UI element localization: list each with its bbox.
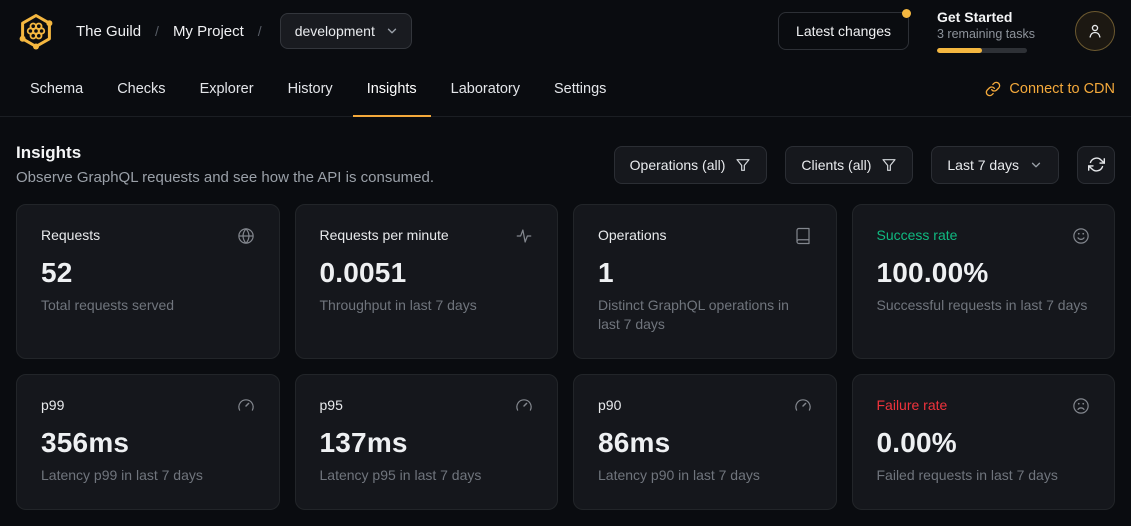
stat-card-success-rate: Success rate 100.00% Successful requests… xyxy=(852,204,1116,359)
clients-filter-button[interactable]: Clients (all) xyxy=(785,146,913,184)
stat-card-requests: Requests 52 Total requests served xyxy=(16,204,280,359)
activity-icon xyxy=(515,227,533,245)
stat-card-value: 0.0051 xyxy=(320,257,534,289)
operations-filter-button[interactable]: Operations (all) xyxy=(614,146,768,184)
stat-card-value: 86ms xyxy=(598,427,812,459)
refresh-icon xyxy=(1088,156,1105,173)
target-selector-dropdown[interactable]: development xyxy=(280,13,412,49)
date-range-label: Last 7 days xyxy=(947,157,1019,173)
stat-card-p95: p95 137ms Latency p95 in last 7 days xyxy=(295,374,559,510)
book-icon xyxy=(794,227,812,245)
chevron-down-icon xyxy=(385,24,399,38)
project-tabbar: Schema Checks Explorer History Insights … xyxy=(0,62,1131,117)
stat-card-caption: Distinct GraphQL operations in last 7 da… xyxy=(598,296,812,334)
tab-laboratory[interactable]: Laboratory xyxy=(437,62,534,117)
get-started-progress-fill xyxy=(937,48,982,53)
notification-dot xyxy=(902,9,911,18)
stat-card-caption: Latency p99 in last 7 days xyxy=(41,466,255,485)
tab-explorer[interactable]: Explorer xyxy=(186,62,268,117)
stat-card-title: Success rate xyxy=(877,227,958,243)
filter-funnel-icon xyxy=(735,157,751,173)
tab-checks[interactable]: Checks xyxy=(103,62,179,117)
gauge-icon xyxy=(794,397,812,415)
get-started-title: Get Started xyxy=(937,9,1047,25)
stat-card-p99: p99 356ms Latency p99 in last 7 days xyxy=(16,374,280,510)
clients-filter-label: Clients (all) xyxy=(801,157,871,173)
date-range-dropdown[interactable]: Last 7 days xyxy=(931,146,1059,184)
stat-card-caption: Latency p95 in last 7 days xyxy=(320,466,534,485)
stat-card-value: 0.00% xyxy=(877,427,1091,459)
stat-card-title: p95 xyxy=(320,397,343,413)
get-started-progressbar xyxy=(937,48,1027,53)
stat-card-caption: Failed requests in last 7 days xyxy=(877,466,1091,485)
connect-to-cdn-label: Connect to CDN xyxy=(1009,81,1115,97)
filter-bar: Operations (all) Clients (all) Last 7 da… xyxy=(614,146,1115,184)
latest-changes-button[interactable]: Latest changes xyxy=(778,12,909,50)
app-header: The Guild / My Project / development Lat… xyxy=(0,0,1131,62)
breadcrumb-project[interactable]: My Project xyxy=(173,23,244,40)
get-started-subtitle: 3 remaining tasks xyxy=(937,27,1047,41)
breadcrumb: The Guild / My Project / xyxy=(76,23,262,40)
stat-card-operations: Operations 1 Distinct GraphQL operations… xyxy=(573,204,837,359)
operations-filter-label: Operations (all) xyxy=(630,157,726,173)
gauge-icon xyxy=(515,397,533,415)
smile-icon xyxy=(1072,227,1090,245)
stat-card-title: Failure rate xyxy=(877,397,948,413)
stat-card-title: p90 xyxy=(598,397,621,413)
insights-section-header: Insights Observe GraphQL requests and se… xyxy=(0,117,1131,200)
stat-card-value: 100.00% xyxy=(877,257,1091,289)
stat-card-failure-rate: Failure rate 0.00% Failed requests in la… xyxy=(852,374,1116,510)
breadcrumb-separator: / xyxy=(155,23,159,39)
user-icon xyxy=(1086,22,1104,40)
refresh-button[interactable] xyxy=(1077,146,1115,184)
latest-changes-label: Latest changes xyxy=(796,23,891,39)
stat-card-p90: p90 86ms Latency p90 in last 7 days xyxy=(573,374,837,510)
connect-to-cdn-link[interactable]: Connect to CDN xyxy=(985,62,1115,116)
stat-card-title: p99 xyxy=(41,397,64,413)
target-selector-value: development xyxy=(295,23,375,39)
hive-logo-icon[interactable] xyxy=(16,11,56,51)
frown-icon xyxy=(1072,397,1090,415)
page-subtitle: Observe GraphQL requests and see how the… xyxy=(16,169,434,186)
stat-card-value: 137ms xyxy=(320,427,534,459)
breadcrumb-org[interactable]: The Guild xyxy=(76,23,141,40)
stats-grid: Requests 52 Total requests served Reques… xyxy=(0,200,1131,526)
stat-card-value: 52 xyxy=(41,257,255,289)
tab-history[interactable]: History xyxy=(274,62,347,117)
stat-card-caption: Total requests served xyxy=(41,296,255,315)
tab-settings[interactable]: Settings xyxy=(540,62,620,117)
tab-schema[interactable]: Schema xyxy=(16,62,97,117)
stat-card-value: 1 xyxy=(598,257,812,289)
filter-funnel-icon xyxy=(881,157,897,173)
stat-card-title: Operations xyxy=(598,227,666,243)
stat-card-caption: Successful requests in last 7 days xyxy=(877,296,1091,315)
user-avatar[interactable] xyxy=(1075,11,1115,51)
stat-card-requests-per-minute: Requests per minute 0.0051 Throughput in… xyxy=(295,204,559,359)
chevron-down-icon xyxy=(1029,158,1043,172)
breadcrumb-separator: / xyxy=(258,23,262,39)
globe-icon xyxy=(237,227,255,245)
stat-card-value: 356ms xyxy=(41,427,255,459)
stat-card-caption: Latency p90 in last 7 days xyxy=(598,466,812,485)
page-title: Insights xyxy=(16,143,434,163)
stat-card-title: Requests per minute xyxy=(320,227,449,243)
link-icon xyxy=(985,81,1001,97)
stat-card-caption: Throughput in last 7 days xyxy=(320,296,534,315)
stat-card-title: Requests xyxy=(41,227,100,243)
get-started-widget[interactable]: Get Started 3 remaining tasks xyxy=(937,9,1047,53)
tab-insights[interactable]: Insights xyxy=(353,62,431,117)
gauge-icon xyxy=(237,397,255,415)
